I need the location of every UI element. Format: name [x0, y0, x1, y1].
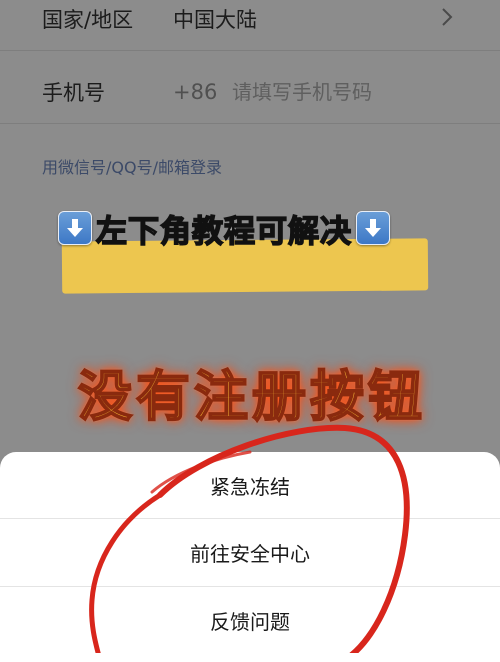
phone-input[interactable]: [230, 73, 464, 111]
alt-login-link[interactable]: 用微信号/QQ号/邮箱登录: [42, 154, 222, 178]
country-row[interactable]: 国家/地区 中国大陆: [0, 0, 500, 51]
feedback-item[interactable]: 反馈问题: [0, 587, 500, 653]
chevron-right-icon: [442, 8, 453, 26]
security-center-item[interactable]: 前往安全中心: [0, 519, 500, 585]
down-arrow-icon: [356, 211, 390, 245]
country-code[interactable]: +86: [173, 80, 217, 104]
down-arrow-icon: [58, 211, 92, 245]
phone-label: 手机号: [42, 81, 105, 105]
banner-text: 左下角教程可解决: [95, 213, 352, 251]
no-register-button-caption: 没有注册按钮: [77, 364, 426, 429]
emergency-freeze-item[interactable]: 紧急冻结: [0, 452, 500, 518]
tutorial-banner: 左下角教程可解决: [58, 203, 390, 253]
country-value: 中国大陆: [173, 8, 257, 32]
action-sheet: 紧急冻结 前往安全中心 反馈问题: [0, 452, 500, 662]
phone-row: 手机号 +86: [0, 61, 500, 124]
country-label: 国家/地区: [42, 8, 134, 32]
